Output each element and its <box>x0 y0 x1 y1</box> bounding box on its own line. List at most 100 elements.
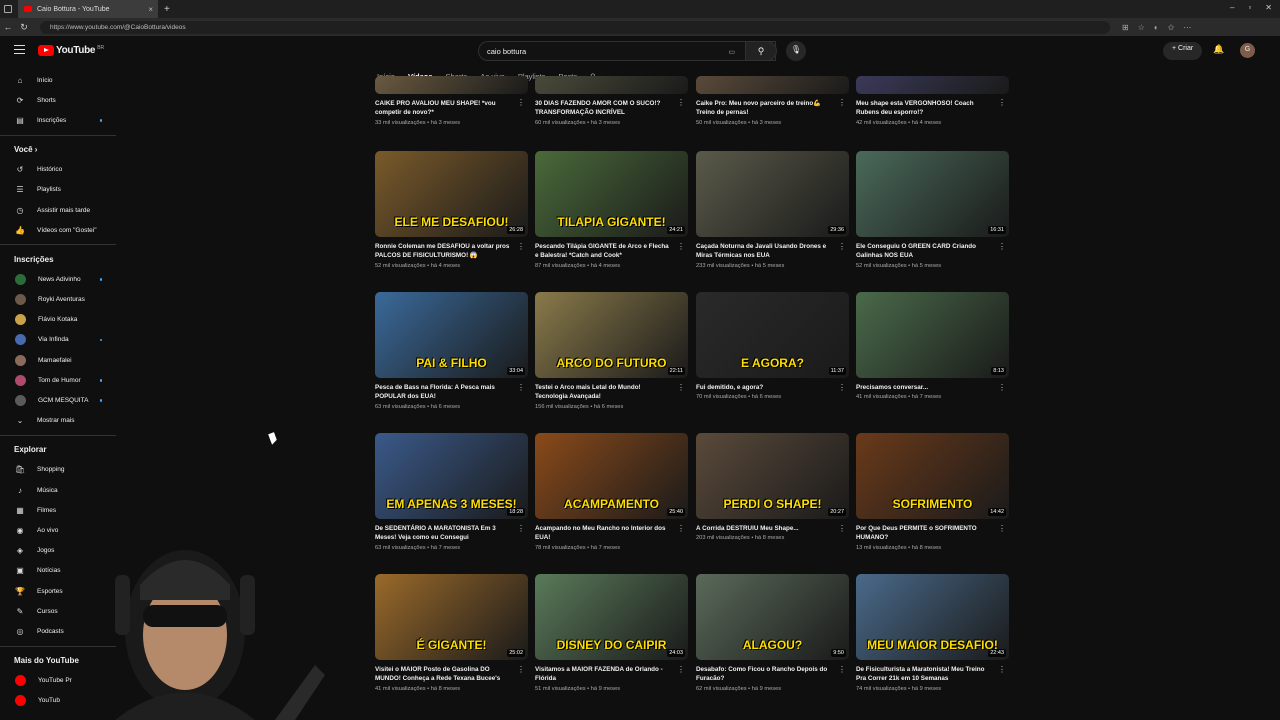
video-title[interactable]: Precisamos conversar... <box>856 383 992 392</box>
video-card[interactable]: 29:36 Caçada Noturna de Javali Usando Dr… <box>696 151 850 269</box>
more-options-icon[interactable]: ⋮ <box>838 524 846 533</box>
video-thumbnail[interactable]: DISNEY DO CAIPIR 24:03 <box>535 574 688 660</box>
video-thumbnail[interactable]: É GIGANTE! 25:02 <box>375 574 528 660</box>
video-title[interactable]: Visitamos a MAIOR FAZENDA de Orlando - F… <box>535 665 671 684</box>
sidebar-item-shorts[interactable]: ⟳ Shorts <box>0 90 118 110</box>
video-card[interactable]: ACAMPAMENTO 25:40 Acampando no Meu Ranch… <box>535 433 689 551</box>
browser-tab[interactable]: Caio Bottura - YouTube × <box>18 0 158 18</box>
video-thumbnail[interactable] <box>696 76 849 94</box>
bookmark-star-icon[interactable]: ☆ <box>1138 23 1145 32</box>
video-card[interactable]: E AGORA? 11:37 Fui demitido, e agora? 70… <box>696 292 850 400</box>
video-thumbnail[interactable]: MEU MAIOR DESAFIO! 22:43 <box>856 574 1009 660</box>
sidebar-item-playlists[interactable]: ☰ Playlists <box>0 180 118 200</box>
video-title[interactable]: A Corrida DESTRUIU Meu Shape... <box>696 524 832 533</box>
video-thumbnail[interactable]: TILAPIA GIGANTE! 24:21 <box>535 151 688 237</box>
show-more-button[interactable]: ⌄ Mostrar mais <box>0 411 118 431</box>
video-card[interactable]: É GIGANTE! 25:02 Visitei o MAIOR Posto d… <box>375 574 529 692</box>
video-title[interactable]: Ronnie Coleman me DESAFIOU a voltar pros… <box>375 242 511 261</box>
video-thumbnail[interactable]: ELE ME DESAFIOU! 26:28 <box>375 151 528 237</box>
video-card[interactable]: 16:31 Ele Conseguiu O GREEN CARD Criando… <box>856 151 1010 269</box>
sidebar-item-shopping[interactable]: 🛍 Shopping <box>0 460 118 480</box>
video-title[interactable]: Pescando Tilápia GIGANTE de Arco e Flech… <box>535 242 671 261</box>
sidebar-item-like[interactable]: 👍 Vídeos com "Gostei" <box>0 220 118 240</box>
video-card[interactable]: MEU MAIOR DESAFIO! 22:43 De Fisiculturis… <box>856 574 1010 692</box>
video-card[interactable]: PERDI O SHAPE! 20:27 A Corrida DESTRUIU … <box>696 433 850 541</box>
video-title[interactable]: Caike Pro: Meu novo parceiro de treino💪 … <box>696 99 832 118</box>
more-options-icon[interactable]: ⋮ <box>677 98 685 107</box>
video-title[interactable]: Fui demitido, e agora? <box>696 383 832 392</box>
subscription-item[interactable]: News Adivinho <box>0 269 118 289</box>
sidebar-item-watch-later[interactable]: ◷ Assistir mais tarde <box>0 200 118 220</box>
video-card[interactable]: 8:13 Precisamos conversar... 41 mil visu… <box>856 292 1010 400</box>
new-tab-button[interactable]: + <box>164 4 170 15</box>
sidebar-item-music[interactable]: ♪ Música <box>0 480 118 500</box>
subscription-item[interactable]: Via Infinda <box>0 330 118 350</box>
video-title[interactable]: 30 DIAS FAZENDO AMOR COM O SUCO!? TRANSF… <box>535 99 671 118</box>
youtube-logo[interactable]: YouTube BR <box>38 45 104 56</box>
video-title[interactable]: Por Que Deus PERMITE o SOFRIMENTO HUMANO… <box>856 524 992 543</box>
video-title[interactable]: De Fisiculturista a Maratonista! Meu Tre… <box>856 665 992 684</box>
install-icon[interactable]: ⊞ <box>1122 23 1129 32</box>
video-thumbnail[interactable]: 16:31 <box>856 151 1009 237</box>
more-options-icon[interactable]: ⋮ <box>998 383 1006 392</box>
video-card[interactable]: Meu shape esta VERGONHOSO! Coach Rubens … <box>856 0 1010 126</box>
more-options-icon[interactable]: ⋮ <box>838 665 846 674</box>
video-thumbnail[interactable]: PERDI O SHAPE! 20:27 <box>696 433 849 519</box>
favorites-icon[interactable]: ✩ <box>1168 23 1175 32</box>
more-options-icon[interactable]: ⋮ <box>677 242 685 251</box>
video-thumbnail[interactable] <box>856 76 1009 94</box>
video-title[interactable]: Meu shape esta VERGONHOSO! Coach Rubens … <box>856 99 992 118</box>
video-title[interactable]: Desabafo: Como Ficou o Rancho Depois do … <box>696 665 832 684</box>
video-card[interactable]: PAI & FILHO 33:04 Pesca de Bass na Flori… <box>375 292 529 410</box>
menu-icon[interactable] <box>14 45 25 54</box>
video-thumbnail[interactable]: PAI & FILHO 33:04 <box>375 292 528 378</box>
create-button[interactable]: + Criar <box>1163 42 1203 60</box>
video-card[interactable]: CAIKE PRO AVALIOU MEU SHAPE! *vou compet… <box>375 0 529 126</box>
more-options-icon[interactable]: ⋮ <box>998 242 1006 251</box>
subscription-item[interactable]: GCM MESQUITA <box>0 390 118 410</box>
video-thumbnail[interactable]: ALAGOU? 9:50 <box>696 574 849 660</box>
more-options-icon[interactable]: ⋮ <box>838 242 846 251</box>
more-options-icon[interactable]: ⋮ <box>677 524 685 533</box>
video-card[interactable]: DISNEY DO CAIPIR 24:03 Visitamos a MAIOR… <box>535 574 689 692</box>
video-card[interactable]: TILAPIA GIGANTE! 24:21 Pescando Tilápia … <box>535 151 689 269</box>
reload-icon[interactable]: ↻ <box>16 22 32 33</box>
video-thumbnail[interactable] <box>535 76 688 94</box>
back-icon[interactable]: ← <box>0 22 16 32</box>
notifications-bell-icon[interactable]: 🔔 <box>1213 44 1224 55</box>
you-section-title[interactable]: Você › <box>0 140 118 160</box>
video-title[interactable]: De SEDENTÁRIO A MARATONISTA Em 3 Meses! … <box>375 524 511 543</box>
video-card[interactable]: SOFRIMENTO 14:42 Por Que Deus PERMITE o … <box>856 433 1010 551</box>
more-options-icon[interactable]: ⋮ <box>998 98 1006 107</box>
video-title[interactable]: Caçada Noturna de Javali Usando Drones e… <box>696 242 832 261</box>
extension-icon[interactable]: ◐ <box>1154 23 1159 32</box>
tab-close-icon[interactable]: × <box>148 5 153 14</box>
video-card[interactable]: ALAGOU? 9:50 Desabafo: Como Ficou o Ranc… <box>696 574 850 692</box>
subscription-item[interactable]: Flávio Kotaka <box>0 310 118 330</box>
close-window-button[interactable]: ✕ <box>1265 3 1272 12</box>
video-title[interactable]: Pesca de Bass na Florida: A Pesca mais P… <box>375 383 511 402</box>
more-options-icon[interactable]: ⋮ <box>838 98 846 107</box>
more-options-icon[interactable]: ⋮ <box>677 665 685 674</box>
more-options-icon[interactable]: ⋮ <box>517 98 525 107</box>
sidebar-item-home[interactable]: ⌂ Início <box>0 70 118 90</box>
video-card[interactable]: 30 DIAS FAZENDO AMOR COM O SUCO!? TRANSF… <box>535 0 689 126</box>
video-card[interactable]: ELE ME DESAFIOU! 26:28 Ronnie Coleman me… <box>375 151 529 269</box>
video-thumbnail[interactable]: SOFRIMENTO 14:42 <box>856 433 1009 519</box>
video-title[interactable]: CAIKE PRO AVALIOU MEU SHAPE! *vou compet… <box>375 99 511 118</box>
video-title[interactable]: Visitei o MAIOR Posto de Gasolina DO MUN… <box>375 665 511 684</box>
sidebar-item-history[interactable]: ↺ Histórico <box>0 160 118 180</box>
sidebar-item-subscriptions[interactable]: ▤ Inscrições <box>0 110 118 130</box>
more-options-icon[interactable]: ⋮ <box>677 383 685 392</box>
account-avatar[interactable]: G <box>1240 43 1255 58</box>
maximize-button[interactable]: ▫ <box>1248 3 1251 12</box>
video-title[interactable]: Testei o Arco mais Letal do Mundo! Tecno… <box>535 383 671 402</box>
more-options-icon[interactable]: ⋮ <box>517 665 525 674</box>
window-menu-icon[interactable] <box>4 5 12 13</box>
more-options-icon[interactable]: ⋮ <box>517 524 525 533</box>
video-thumbnail[interactable]: EM APENAS 3 MESES! 18:28 <box>375 433 528 519</box>
video-thumbnail[interactable] <box>375 76 528 94</box>
video-card[interactable]: ARCO DO FUTURO 22:11 Testei o Arco mais … <box>535 292 689 410</box>
video-title[interactable]: Acampando no Meu Rancho no Interior dos … <box>535 524 671 543</box>
video-thumbnail[interactable]: ARCO DO FUTURO 22:11 <box>535 292 688 378</box>
